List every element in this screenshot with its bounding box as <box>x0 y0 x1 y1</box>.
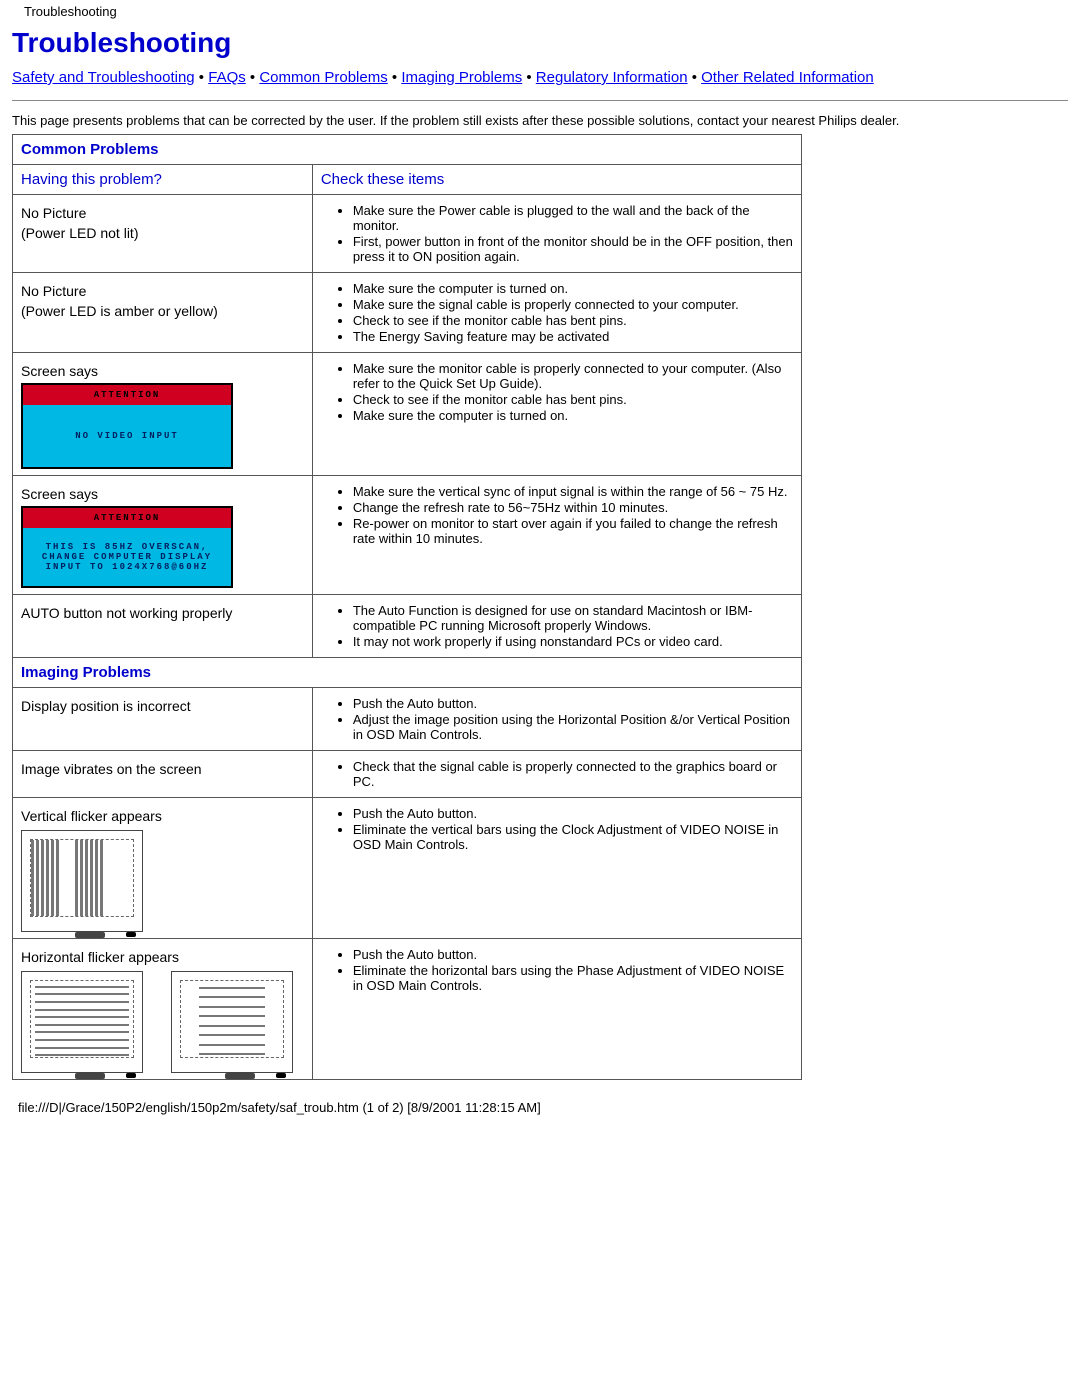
warning-body: THIS IS 85HZ OVERSCAN, CHANGE COMPUTER D… <box>23 528 231 586</box>
check-item: Make sure the signal cable is properly c… <box>353 297 793 312</box>
bc-imaging[interactable]: Imaging Problems <box>401 69 522 86</box>
monitor-graphic-icon <box>171 971 293 1073</box>
problem-label: Vertical flicker appears <box>21 808 304 824</box>
check-item: Change the refresh rate to 56~75Hz withi… <box>353 500 793 515</box>
problem-label: Horizontal flicker appears <box>21 949 304 965</box>
bc-regulatory[interactable]: Regulatory Information <box>536 69 688 86</box>
divider <box>12 100 1068 101</box>
problem-label: Image vibrates on the screen <box>21 761 304 777</box>
check-item: Make sure the monitor cable is properly … <box>353 361 793 391</box>
check-item: Push the Auto button. <box>353 696 793 711</box>
check-item: Adjust the image position using the Hori… <box>353 712 793 742</box>
table-row: No Picture (Power LED is amber or yellow… <box>13 273 802 353</box>
check-item: Push the Auto button. <box>353 947 793 962</box>
troubleshooting-table: Common Problems Having this problem? Che… <box>12 134 802 1080</box>
bc-safety[interactable]: Safety and Troubleshooting <box>12 69 195 86</box>
table-row: Screen says ATTENTION NO VIDEO INPUT Mak… <box>13 353 802 476</box>
check-item: It may not work properly if using nonsta… <box>353 634 793 649</box>
check-item: The Energy Saving feature may be activat… <box>353 329 793 344</box>
footer-path: file:///D|/Grace/150P2/english/150p2m/sa… <box>12 1100 1068 1115</box>
table-row: AUTO button not working properly The Aut… <box>13 595 802 658</box>
problem-label: Display position is incorrect <box>21 698 304 714</box>
warning-body: NO VIDEO INPUT <box>23 405 231 467</box>
problem-label: Screen says <box>21 486 304 502</box>
problem-sublabel: (Power LED not lit) <box>21 225 304 241</box>
check-item: Make sure the computer is turned on. <box>353 408 793 423</box>
monitor-graphic-icon <box>21 971 143 1073</box>
check-item: Make sure the vertical sync of input sig… <box>353 484 793 499</box>
problem-sublabel: (Power LED is amber or yellow) <box>21 303 304 319</box>
monitor-graphic-icon <box>21 830 143 932</box>
table-row: Horizontal flicker appears Push t <box>13 939 802 1080</box>
problem-label: Screen says <box>21 363 304 379</box>
check-item: Make sure the computer is turned on. <box>353 281 793 296</box>
problem-label: No Picture <box>21 283 304 299</box>
page-header: Troubleshooting <box>12 0 1068 23</box>
check-item: First, power button in front of the moni… <box>353 234 793 264</box>
problem-label: AUTO button not working properly <box>21 605 304 621</box>
imaging-problems-heading: Imaging Problems <box>13 658 802 688</box>
check-item: Check to see if the monitor cable has be… <box>353 392 793 407</box>
check-item: Check to see if the monitor cable has be… <box>353 313 793 328</box>
bc-common[interactable]: Common Problems <box>259 69 387 86</box>
check-item: Check that the signal cable is properly … <box>353 759 793 789</box>
check-item: Eliminate the horizontal bars using the … <box>353 963 793 993</box>
check-item: Eliminate the vertical bars using the Cl… <box>353 822 793 852</box>
warning-header: ATTENTION <box>23 508 231 528</box>
warning-box: ATTENTION NO VIDEO INPUT <box>21 383 233 469</box>
bc-faqs[interactable]: FAQs <box>208 69 246 86</box>
col-having-problem: Having this problem? <box>13 165 313 195</box>
check-item: Push the Auto button. <box>353 806 793 821</box>
warning-header: ATTENTION <box>23 385 231 405</box>
common-problems-heading: Common Problems <box>13 135 802 165</box>
col-check-items: Check these items <box>312 165 801 195</box>
page-title: Troubleshooting <box>12 27 1068 59</box>
check-item: The Auto Function is designed for use on… <box>353 603 793 633</box>
table-row: Display position is incorrect Push the A… <box>13 688 802 751</box>
table-row: Image vibrates on the screen Check that … <box>13 751 802 798</box>
table-row: No Picture (Power LED not lit) Make sure… <box>13 195 802 273</box>
warning-box: ATTENTION THIS IS 85HZ OVERSCAN, CHANGE … <box>21 506 233 588</box>
intro-text: This page presents problems that can be … <box>12 113 1068 128</box>
check-item: Re-power on monitor to start over again … <box>353 516 793 546</box>
table-row: Screen says ATTENTION THIS IS 85HZ OVERS… <box>13 476 802 595</box>
check-item: Make sure the Power cable is plugged to … <box>353 203 793 233</box>
breadcrumb: Safety and Troubleshooting • FAQs • Comm… <box>12 69 1068 86</box>
problem-label: No Picture <box>21 205 304 221</box>
bc-other[interactable]: Other Related Information <box>701 69 874 86</box>
table-row: Vertical flicker appears Push the Auto b… <box>13 798 802 939</box>
